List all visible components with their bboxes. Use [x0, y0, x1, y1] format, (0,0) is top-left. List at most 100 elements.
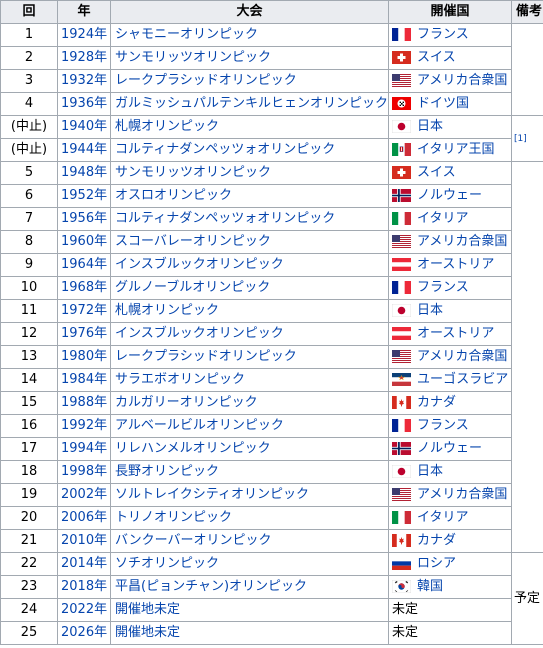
host-link[interactable]: 韓国 — [417, 579, 443, 594]
france-flag-icon[interactable] — [392, 418, 411, 432]
year-link[interactable]: 1964年 — [61, 257, 107, 272]
year-link[interactable]: 2018年 — [61, 579, 107, 594]
host-link[interactable]: オーストリア — [417, 257, 494, 272]
header-event[interactable]: 大会 — [110, 0, 389, 24]
event-link[interactable]: バンクーバーオリンピック — [115, 533, 272, 548]
italykingdom-flag-icon[interactable] — [392, 142, 411, 156]
event-link[interactable]: 札幌オリンピック — [115, 119, 219, 134]
year-link[interactable]: 1972年 — [61, 303, 107, 318]
host-link[interactable]: 日本 — [417, 303, 443, 318]
germany3rd-flag-icon[interactable] — [392, 96, 411, 110]
host-link[interactable]: フランス — [417, 280, 469, 295]
year-link[interactable]: 2022年 — [61, 602, 107, 617]
swiss-flag-icon[interactable] — [392, 165, 411, 179]
header-year[interactable]: 年 — [57, 0, 111, 24]
event-link[interactable]: レークプラシッドオリンピック — [115, 73, 297, 88]
japan-flag-icon[interactable] — [391, 464, 412, 479]
yugoslavia-flag-icon[interactable] — [392, 372, 411, 386]
event-link[interactable]: 長野オリンピック — [115, 464, 219, 479]
canada-flag-icon[interactable] — [392, 395, 411, 409]
event-link[interactable]: サンモリッツオリンピック — [115, 50, 271, 65]
host-link[interactable]: イタリア — [417, 510, 468, 525]
event-link[interactable]: カルガリーオリンピック — [115, 395, 258, 410]
year-link[interactable]: 1940年 — [61, 119, 107, 134]
year-link[interactable]: 1948年 — [61, 165, 107, 180]
year-link[interactable]: 2010年 — [61, 533, 107, 548]
host-link[interactable]: カナダ — [417, 533, 456, 548]
event-link[interactable]: グルノーブルオリンピック — [115, 280, 270, 295]
event-link[interactable]: サラエボオリンピック — [115, 372, 245, 387]
year-link[interactable]: 1928年 — [61, 50, 107, 65]
swiss-flag-icon[interactable] — [392, 50, 411, 64]
year-link[interactable]: 2002年 — [61, 487, 107, 502]
year-link[interactable]: 1994年 — [61, 441, 107, 456]
france-flag-icon[interactable] — [392, 27, 411, 41]
year-link[interactable]: 1956年 — [61, 211, 107, 226]
year-link[interactable]: 1998年 — [61, 464, 107, 479]
header-no[interactable]: 回 — [0, 0, 58, 24]
year-link[interactable]: 1944年 — [61, 142, 107, 157]
event-link[interactable]: コルティナダンペッツォオリンピック — [115, 142, 335, 157]
event-link[interactable]: ソルトレイクシティオリンピック — [115, 487, 309, 502]
year-link[interactable]: 1924年 — [61, 27, 107, 42]
event-link[interactable]: 開催地未定 — [115, 625, 180, 640]
year-link[interactable]: 1984年 — [61, 372, 107, 387]
host-link[interactable]: スイス — [417, 165, 456, 180]
year-link[interactable]: 1992年 — [61, 418, 107, 433]
event-link[interactable]: 平昌(ピョンチャン)オリンピック — [115, 579, 307, 594]
host-link[interactable]: アメリカ合衆国 — [417, 349, 507, 364]
host-link[interactable]: ドイツ国 — [417, 96, 469, 111]
russia-flag-icon[interactable] — [392, 556, 411, 570]
footnote-link[interactable]: [1] — [514, 134, 527, 144]
event-link[interactable]: レークプラシッドオリンピック — [115, 349, 297, 364]
event-link[interactable]: アルベールビルオリンピック — [115, 418, 284, 433]
usa-flag-icon[interactable] — [392, 73, 411, 87]
host-link[interactable]: スイス — [417, 50, 456, 65]
italy-flag-icon[interactable] — [392, 211, 411, 225]
italy-flag-icon[interactable] — [392, 510, 411, 524]
event-link[interactable]: サンモリッツオリンピック — [115, 165, 271, 180]
year-link[interactable]: 1932年 — [61, 73, 107, 88]
header-host[interactable]: 開催国 — [388, 0, 512, 24]
host-link[interactable]: カナダ — [417, 395, 456, 410]
host-link[interactable]: アメリカ合衆国 — [417, 487, 507, 502]
host-link[interactable]: ロシア — [417, 556, 456, 571]
host-link[interactable]: ユーゴスラビア — [417, 372, 508, 387]
year-link[interactable]: 2026年 — [61, 625, 107, 640]
host-link[interactable]: 日本 — [417, 119, 443, 134]
host-link[interactable]: フランス — [417, 27, 469, 42]
event-link[interactable]: 札幌オリンピック — [115, 303, 219, 318]
host-link[interactable]: フランス — [417, 418, 469, 433]
usa-flag-icon[interactable] — [392, 234, 411, 248]
austria-flag-icon[interactable] — [392, 257, 411, 271]
event-link[interactable]: スコーバレーオリンピック — [115, 234, 271, 249]
event-link[interactable]: ソチオリンピック — [115, 556, 219, 571]
year-link[interactable]: 1988年 — [61, 395, 107, 410]
usa-flag-icon[interactable] — [392, 349, 411, 363]
austria-flag-icon[interactable] — [392, 326, 411, 340]
host-link[interactable]: ノルウェー — [417, 441, 482, 456]
header-note[interactable]: 備考 — [511, 0, 543, 24]
year-link[interactable]: 1976年 — [61, 326, 107, 341]
event-link[interactable]: シャモニーオリンピック — [115, 27, 258, 42]
year-link[interactable]: 2014年 — [61, 556, 107, 571]
event-link[interactable]: ガルミッシュパルテンキルヒェンオリンピック — [115, 96, 388, 111]
year-link[interactable]: 1936年 — [61, 96, 107, 111]
france-flag-icon[interactable] — [392, 280, 411, 294]
host-link[interactable]: ノルウェー — [417, 188, 482, 203]
norway-flag-icon[interactable] — [392, 441, 411, 455]
host-link[interactable]: アメリカ合衆国 — [417, 234, 507, 249]
host-link[interactable]: オーストリア — [417, 326, 494, 341]
year-link[interactable]: 1960年 — [61, 234, 107, 249]
japan-flag-icon[interactable] — [391, 303, 412, 318]
event-link[interactable]: トリノオリンピック — [115, 510, 232, 525]
year-link[interactable]: 1968年 — [61, 280, 107, 295]
event-link[interactable]: インスブルックオリンピック — [115, 326, 284, 341]
event-link[interactable]: 開催地未定 — [115, 602, 180, 617]
year-link[interactable]: 1952年 — [61, 188, 107, 203]
usa-flag-icon[interactable] — [392, 487, 411, 501]
host-link[interactable]: 日本 — [417, 464, 443, 479]
korea-flag-icon[interactable] — [391, 579, 412, 594]
host-link[interactable]: アメリカ合衆国 — [417, 73, 507, 88]
event-link[interactable]: リレハンメルオリンピック — [115, 441, 271, 456]
